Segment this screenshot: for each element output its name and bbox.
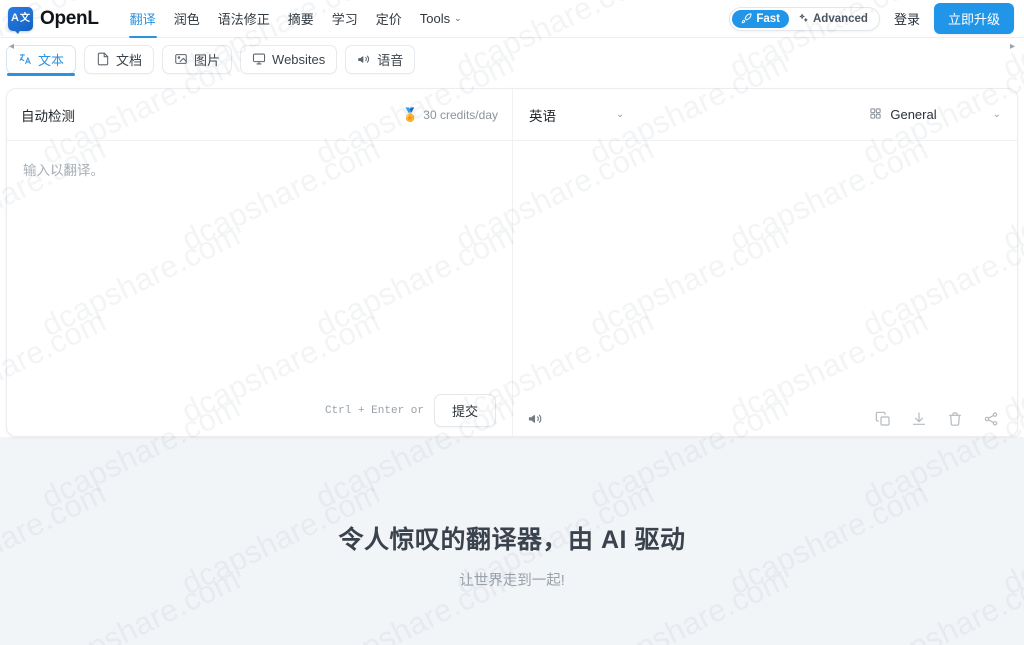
nav-item-translate[interactable]: 翻译 — [121, 0, 165, 38]
speaker-icon — [357, 52, 371, 66]
grid-icon — [869, 107, 882, 123]
mode-fast-label: Fast — [756, 12, 780, 25]
submit-button[interactable]: 提交 — [433, 394, 496, 427]
logo-glyph-cn: 文 — [19, 12, 30, 24]
copy-button[interactable] — [875, 411, 891, 427]
nav-item-label: 润色 — [173, 12, 200, 27]
tab-image[interactable]: 图片 — [162, 44, 233, 74]
speak-button[interactable] — [527, 410, 544, 427]
source-panel[interactable]: 输入以翻译。 Ctrl + Enter or 提交 — [7, 141, 513, 436]
nav-item-label: 翻译 — [129, 12, 156, 27]
tab-websites[interactable]: Websites — [240, 44, 338, 74]
nav-item-polish[interactable]: 润色 — [165, 0, 209, 38]
document-icon — [96, 52, 110, 66]
mode-advanced-label: Advanced — [813, 12, 868, 25]
translator-card: 自动检测 🏅 30 credits/day 英语 ⌄ General ⌄ 输入以… — [6, 88, 1018, 437]
openl-logo-icon: A 文 — [8, 6, 33, 34]
scroll-left-icon[interactable]: ◂ — [9, 41, 14, 52]
mode-fast-button[interactable]: Fast — [732, 9, 789, 28]
nav-item-label: 定价 — [375, 12, 402, 27]
tab-document[interactable]: 文档 — [84, 44, 155, 74]
domain-selector[interactable]: General ⌄ — [869, 107, 1001, 123]
tab-label: 文档 — [116, 52, 143, 68]
target-language-label: 英语 — [529, 108, 556, 124]
target-language-bar: 英语 ⌄ General ⌄ — [513, 89, 1017, 140]
login-button[interactable]: 登录 — [890, 9, 924, 28]
tab-label: 图片 — [194, 52, 221, 68]
nav-item-pricing[interactable]: 定价 — [367, 0, 411, 38]
source-language-selector[interactable]: 自动检测 — [21, 105, 75, 125]
chevron-down-icon: ⌄ — [454, 13, 462, 23]
nav-item-label: Tools — [419, 11, 451, 26]
hero-title: 令人惊叹的翻译器，由 AI 驱动 — [338, 526, 686, 554]
target-footer — [513, 410, 1017, 427]
hero-section: 令人惊叹的翻译器，由 AI 驱动 让世界走到一起! — [0, 520, 1024, 590]
credits-label: 30 credits/day — [423, 107, 498, 122]
source-language-bar: 自动检测 🏅 30 credits/day — [7, 89, 513, 140]
nav-item-grammar[interactable]: 语法修正 — [209, 0, 279, 38]
target-language-selector[interactable]: 英语 ⌄ — [529, 105, 624, 125]
sparkles-icon — [798, 13, 809, 24]
nav-item-label: 学习 — [331, 12, 358, 27]
logo-text: OpenL — [40, 7, 99, 29]
rocket-icon — [741, 13, 752, 24]
monitor-icon — [252, 52, 266, 66]
delete-button[interactable] — [947, 411, 963, 427]
logo-glyph-a: A — [11, 12, 19, 24]
scroll-right-icon[interactable]: ▸ — [1010, 41, 1015, 52]
tab-speech[interactable]: 语音 — [345, 44, 416, 74]
source-footer: Ctrl + Enter or 提交 — [7, 394, 512, 427]
nav-item-learn[interactable]: 学习 — [323, 0, 367, 38]
nav-item-label: 摘要 — [287, 12, 314, 27]
mode-tabbar: 文本 文档 图片 Websites 语音 — [0, 39, 1024, 79]
nav-item-label: 语法修正 — [217, 12, 270, 27]
tab-text[interactable]: 文本 — [6, 44, 77, 76]
tab-label: Websites — [272, 51, 326, 67]
hero-subtitle: 让世界走到一起! — [459, 573, 565, 589]
source-textarea-placeholder: 输入以翻译。 — [23, 163, 104, 178]
translate-icon — [18, 52, 32, 66]
main-nav: 翻译 润色 语法修正 摘要 学习 定价 Tools ⌄ — [121, 0, 471, 38]
domain-label: General — [890, 107, 937, 122]
nav-item-tools[interactable]: Tools ⌄ — [411, 0, 471, 38]
tab-label: 语音 — [377, 52, 404, 68]
medal-icon: 🏅 — [402, 106, 419, 122]
submit-hint: Ctrl + Enter or — [324, 404, 424, 417]
speed-mode-toggle[interactable]: Fast Advanced — [729, 6, 880, 31]
target-panel — [513, 141, 1017, 436]
tab-label: 文本 — [38, 52, 65, 68]
logo[interactable]: A 文 OpenL — [8, 6, 99, 34]
nav-item-summary[interactable]: 摘要 — [279, 0, 323, 38]
app-header: A 文 OpenL 翻译 润色 语法修正 摘要 学习 定价 Tools ⌄ Fa… — [0, 0, 1024, 38]
credits-indicator: 🏅 30 credits/day — [402, 107, 498, 123]
share-button[interactable] — [983, 411, 999, 427]
download-button[interactable] — [911, 411, 927, 427]
mode-advanced-button[interactable]: Advanced — [789, 10, 877, 28]
image-icon — [174, 52, 188, 66]
page-root: A 文 OpenL 翻译 润色 语法修正 摘要 学习 定价 Tools ⌄ Fa… — [0, 0, 1024, 645]
target-actions — [875, 411, 999, 427]
upgrade-button[interactable]: 立即升级 — [933, 3, 1014, 34]
chevron-down-icon: ⌄ — [992, 109, 1001, 120]
chevron-down-icon: ⌄ — [616, 109, 625, 120]
language-bar: 自动检测 🏅 30 credits/day 英语 ⌄ General ⌄ — [7, 89, 1017, 141]
translation-panels: 输入以翻译。 Ctrl + Enter or 提交 — [7, 141, 1017, 436]
header-actions: Fast Advanced 登录 立即升级 — [729, 3, 1014, 34]
